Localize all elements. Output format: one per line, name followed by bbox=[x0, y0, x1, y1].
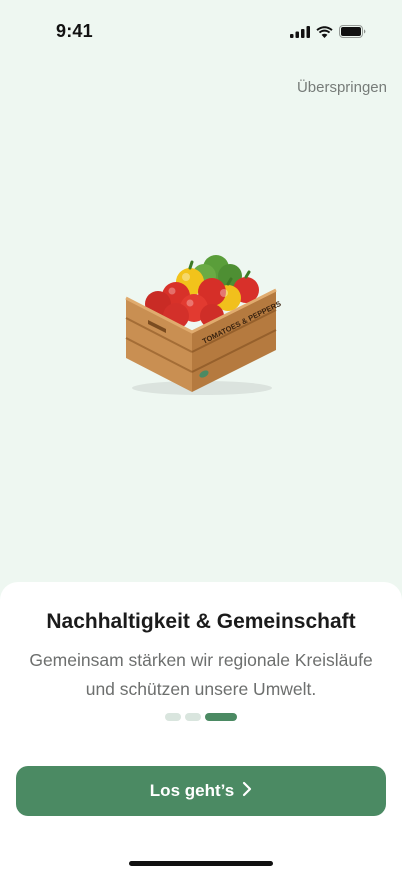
wifi-icon bbox=[316, 25, 333, 38]
home-indicator bbox=[129, 861, 273, 866]
get-started-button[interactable]: Los geht’s bbox=[16, 766, 386, 816]
page-indicator bbox=[0, 713, 402, 721]
get-started-label: Los geht’s bbox=[149, 781, 235, 800]
chevron-right-icon bbox=[242, 781, 252, 802]
battery-icon bbox=[339, 25, 366, 38]
onboarding-title: Nachhaltigkeit & Gemeinschaft bbox=[46, 610, 356, 633]
onboarding-description: Gemeinsam stärken wir regionale Kreisläu… bbox=[29, 650, 373, 699]
skip-button[interactable]: Überspringen bbox=[297, 79, 387, 96]
vegetable-crate-illustration: TOMATOES & PEPPERS bbox=[118, 246, 284, 398]
page-dot-2[interactable] bbox=[185, 713, 201, 721]
status-bar: 9:41 bbox=[0, 0, 402, 62]
page-dot-1[interactable] bbox=[165, 713, 181, 721]
status-time: 9:41 bbox=[56, 21, 93, 41]
status-icons bbox=[290, 25, 366, 38]
page-dot-3-active[interactable] bbox=[205, 713, 237, 721]
cellular-signal-icon bbox=[290, 25, 310, 38]
onboarding-sheet: Nachhaltigkeit & Gemeinschaft Gemeinsam … bbox=[0, 582, 402, 874]
